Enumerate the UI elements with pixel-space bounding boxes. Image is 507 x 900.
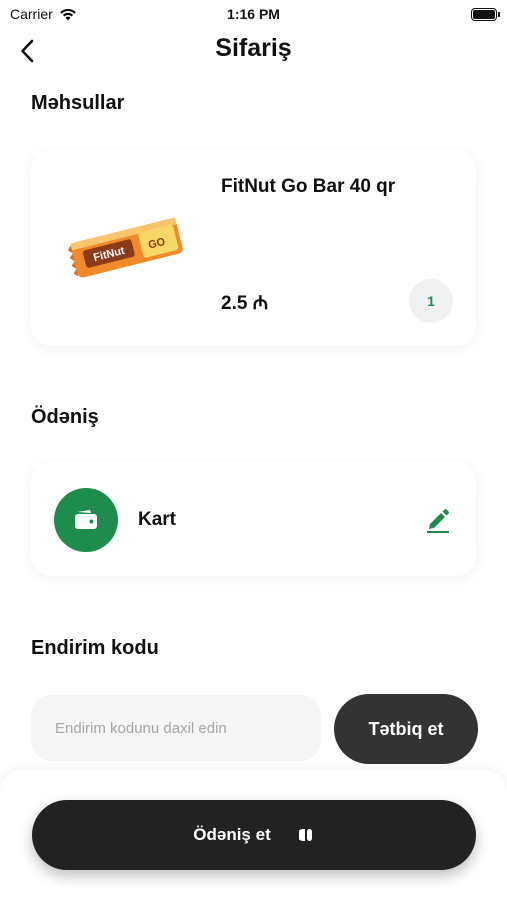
product-price: 2.5 ₼ xyxy=(221,293,269,314)
quantity-badge[interactable]: 1 xyxy=(409,279,453,323)
toggle-icon xyxy=(298,829,312,841)
pencil-icon xyxy=(427,509,449,533)
edit-payment-button[interactable] xyxy=(424,506,452,534)
product-name: FitNut Go Bar 40 qr xyxy=(221,176,396,197)
payment-method-label: Kart xyxy=(138,509,177,530)
battery-icon xyxy=(471,8,500,21)
status-time: 1:16 PM xyxy=(227,6,280,22)
products-section-title: Məhsullar xyxy=(31,92,125,114)
pay-button[interactable]: Ödəniş et xyxy=(32,800,476,870)
snack-bar-image: FitNut GO xyxy=(67,217,183,278)
status-bar: Carrier 1:16 PM xyxy=(0,0,507,28)
promo-section-title: Endirim kodu xyxy=(31,637,159,659)
wallet-icon-circle xyxy=(54,488,118,552)
nav-bar: Sifariş xyxy=(0,28,507,74)
payment-method-card[interactable]: Kart xyxy=(31,462,476,576)
pay-button-label: Ödəniş et xyxy=(193,825,271,844)
promo-code-input[interactable] xyxy=(31,695,321,761)
payment-section-title: Ödəniş xyxy=(31,406,99,428)
page-title: Sifariş xyxy=(215,34,292,62)
wallet-icon xyxy=(75,510,97,529)
product-card[interactable]: FitNut GO FitNut Go Bar 40 qr 2.5 ₼ 1 xyxy=(31,150,476,346)
apply-promo-button[interactable]: Tətbiq et xyxy=(334,694,478,764)
